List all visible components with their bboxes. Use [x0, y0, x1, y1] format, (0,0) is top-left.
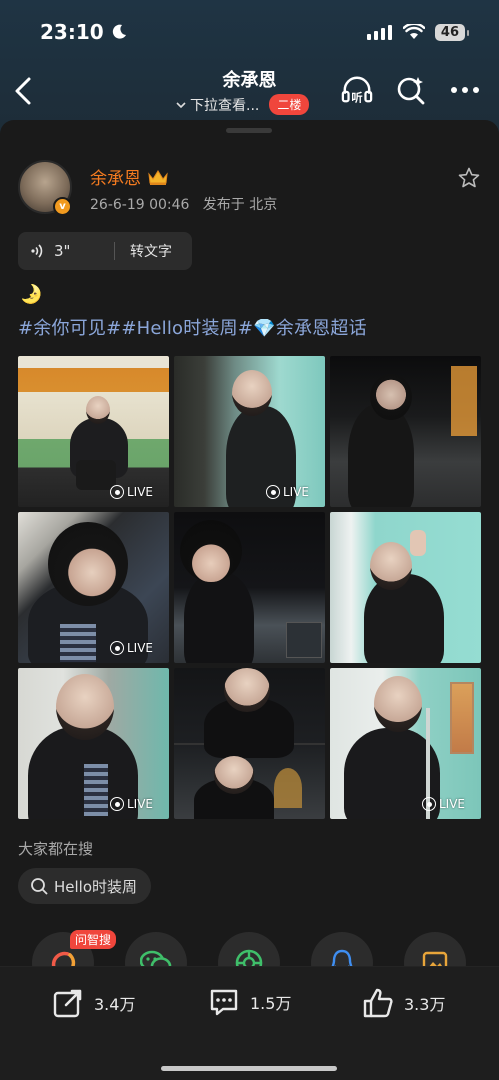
photo-4[interactable]: LIVE	[18, 512, 169, 663]
chevron-down-icon	[176, 101, 186, 108]
status-time: 23:10	[40, 20, 128, 44]
post-sheet: v 余承恩 26-6-19 00:46 发布于 北京 3" 转文字 🌛 #余你可…	[0, 120, 499, 1080]
headphones-icon: 听	[341, 76, 373, 104]
more-button[interactable]	[449, 74, 481, 106]
photo-1[interactable]: LIVE	[18, 356, 169, 507]
live-icon	[110, 485, 124, 499]
nav-actions: 听	[341, 74, 481, 106]
transcribe-button[interactable]: 转文字	[115, 241, 172, 261]
sound-wave-icon	[31, 244, 43, 258]
live-label: LIVE	[283, 485, 310, 499]
live-icon	[266, 485, 280, 499]
signal-icon	[366, 25, 392, 40]
photo-3[interactable]	[330, 356, 481, 507]
live-label: LIVE	[127, 485, 154, 499]
photo-7[interactable]: LIVE	[18, 668, 169, 819]
live-badge: LIVE	[422, 797, 465, 811]
pull-down-hint[interactable]: 下拉查看... 二楼	[176, 94, 310, 115]
share-arrow-icon	[53, 989, 82, 1018]
photo-5[interactable]	[174, 512, 325, 663]
listen-button[interactable]: 听	[341, 74, 373, 106]
photo-9[interactable]: LIVE	[330, 668, 481, 819]
comment-button[interactable]: 1.5万	[208, 987, 291, 1017]
comment-count: 1.5万	[250, 994, 292, 1013]
verified-badge-icon: v	[53, 197, 72, 216]
ai-search-button[interactable]	[395, 74, 427, 106]
post-meta: 26-6-19 00:46 发布于 北京	[90, 194, 277, 214]
status-icons: 46	[366, 23, 470, 41]
wifi-icon	[402, 24, 425, 39]
live-badge: LIVE	[266, 485, 309, 499]
trending-search-text: Hello时装周	[54, 877, 138, 896]
author-name-text: 余承恩	[90, 169, 141, 189]
live-badge: LIVE	[110, 641, 153, 655]
moon-icon	[112, 24, 126, 39]
live-icon	[110, 641, 124, 655]
status-bar: 23:10 46	[0, 0, 499, 64]
live-icon	[422, 797, 436, 811]
more-dots-icon	[451, 87, 479, 93]
battery-indicator: 46	[434, 23, 470, 41]
sparkle-search-icon	[397, 77, 425, 105]
search-icon	[31, 878, 48, 895]
post-location: 发布于 北京	[202, 197, 278, 213]
clock-text: 23:10	[40, 20, 104, 44]
live-label: LIVE	[127, 797, 154, 811]
thumbs-up-icon	[363, 988, 393, 1018]
ai-search-badge: 问智搜	[70, 930, 117, 949]
bottom-action-bar: 3.4万 1.5万 3.3万	[0, 966, 499, 1080]
crown-icon	[148, 169, 168, 185]
author-name[interactable]: 余承恩	[90, 164, 169, 189]
photo-grid: LIVE LIVE LIVE LIVE LIVE	[18, 356, 481, 819]
live-badge: LIVE	[110, 797, 153, 811]
repost-button[interactable]: 3.4万	[52, 987, 135, 1019]
floor-badge[interactable]: 二楼	[269, 94, 310, 115]
like-count: 3.3万	[404, 995, 446, 1014]
photo-6[interactable]	[330, 512, 481, 663]
trending-search-heading: 大家都在搜	[18, 840, 94, 858]
voice-play[interactable]: 3"	[18, 242, 114, 260]
post-hashtags[interactable]: #余你可见##Hello时装周#💎余承恩超话	[18, 314, 367, 340]
photo-2[interactable]: LIVE	[174, 356, 325, 507]
live-badge: LIVE	[110, 485, 153, 499]
pull-down-text: 下拉查看...	[190, 97, 260, 114]
voice-duration: 3"	[54, 242, 71, 260]
like-button[interactable]: 3.3万	[362, 987, 445, 1019]
live-label: LIVE	[439, 797, 466, 811]
live-label: LIVE	[127, 641, 154, 655]
post-date: 26-6-19 00:46	[90, 197, 190, 213]
listen-icon-label: 听	[351, 90, 362, 104]
nav-bar: 余承恩 下拉查看... 二楼 听	[0, 64, 499, 120]
favorite-button[interactable]	[457, 166, 481, 190]
repost-count: 3.4万	[94, 995, 136, 1014]
home-indicator	[161, 1066, 337, 1071]
trending-search-chip[interactable]: Hello时装周	[18, 868, 152, 904]
star-icon	[458, 167, 480, 188]
post-emoji: 🌛	[20, 284, 43, 305]
comment-icon	[210, 989, 238, 1016]
voice-message[interactable]: 3" 转文字	[18, 232, 192, 270]
photo-8[interactable]	[174, 668, 325, 819]
drag-handle[interactable]	[226, 128, 272, 133]
live-icon	[110, 797, 124, 811]
